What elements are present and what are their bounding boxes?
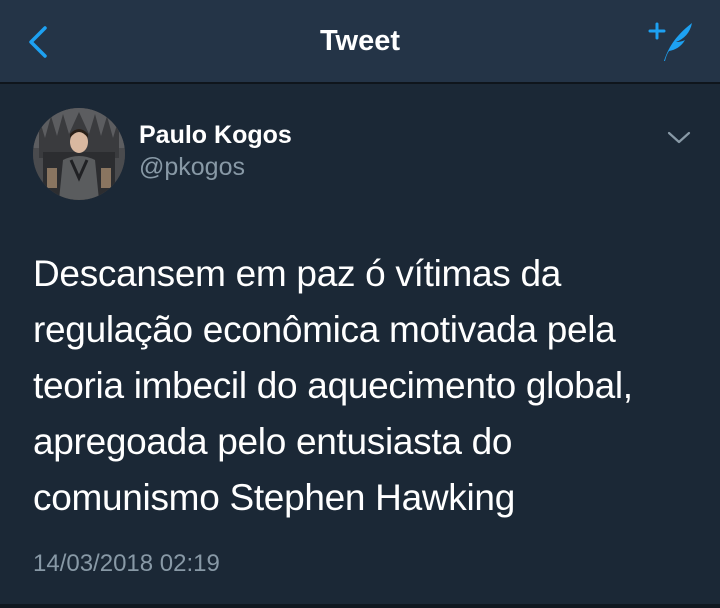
avatar[interactable] — [33, 108, 125, 200]
tweet-screen: Tweet Paulo Kogos @pkogos Descansem em p… — [0, 0, 720, 608]
tweet-detail: Paulo Kogos @pkogos Descansem em paz ó v… — [0, 84, 720, 608]
navigation-bar: Tweet — [0, 0, 720, 82]
tweet-text: Descansem em paz ó vítimas da regulação … — [33, 253, 633, 518]
tweet-timestamp: 14/03/2018 02:19 — [33, 550, 220, 577]
avatar-photo-icon — [33, 108, 125, 200]
page-title: Tweet — [319, 25, 401, 57]
bottom-divider — [0, 604, 720, 608]
tweet-menu-button[interactable] — [664, 126, 694, 150]
chevron-down-icon — [667, 131, 691, 144]
compose-tweet-button[interactable] — [642, 16, 698, 66]
author-name[interactable]: Paulo Kogos — [139, 121, 292, 150]
chevron-left-icon — [29, 26, 47, 58]
compose-tweet-icon — [648, 22, 692, 61]
back-button[interactable] — [18, 22, 58, 62]
author-handle[interactable]: @pkogos — [139, 153, 245, 182]
